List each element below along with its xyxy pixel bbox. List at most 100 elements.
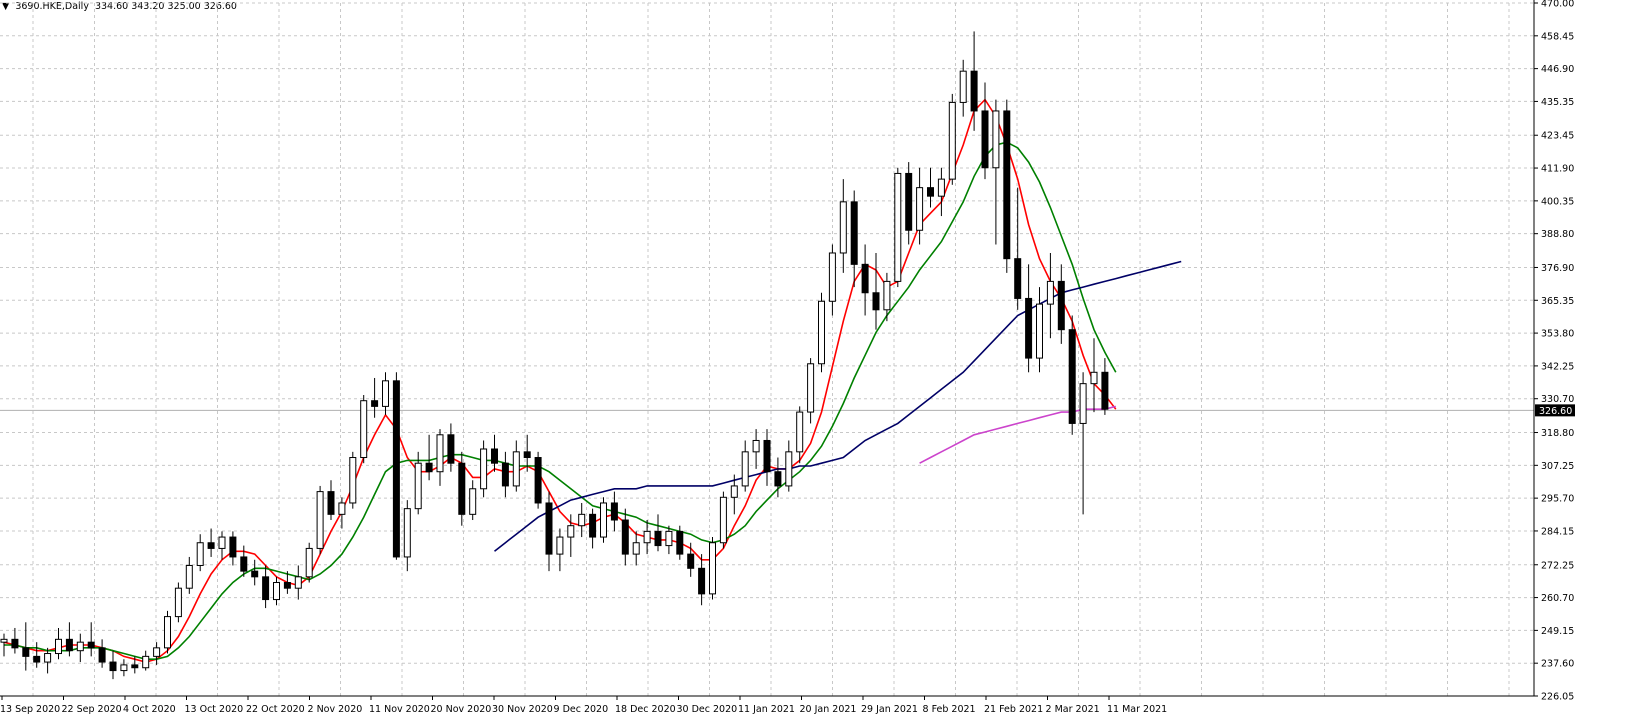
y-tick-label: 353.80 <box>1541 329 1574 340</box>
candle <box>425 434 433 481</box>
y-tick-label: 446.90 <box>1541 64 1574 75</box>
x-tick-label: 4 Oct 2020 <box>123 704 176 715</box>
candle-body <box>1025 297 1033 359</box>
x-tick-label: 22 Sep 2020 <box>62 704 122 715</box>
candle-body <box>207 542 215 549</box>
candle <box>643 520 651 555</box>
candle-body <box>567 525 575 538</box>
candle <box>251 559 259 586</box>
candle-body <box>534 457 542 504</box>
x-tick-label: 30 Nov 2020 <box>492 704 553 715</box>
candle <box>87 622 95 657</box>
candle-body <box>523 451 531 459</box>
price-chart[interactable]: 470.00 458.45 446.90 435.35 423.45 411.90 400.… <box>0 0 1634 725</box>
candle-body <box>556 536 564 555</box>
candle <box>632 531 640 566</box>
candle <box>556 528 564 572</box>
candle <box>414 451 422 515</box>
candle <box>338 497 346 529</box>
candle-body <box>621 519 629 555</box>
candle <box>654 514 662 552</box>
candle <box>839 179 847 273</box>
candle-body <box>709 542 716 595</box>
candle <box>927 167 934 208</box>
candle-body <box>501 462 509 487</box>
y-tick-label: 226.05 <box>1541 692 1574 703</box>
y-tick-label: 365.35 <box>1541 296 1574 307</box>
candle <box>937 167 945 217</box>
candle-body <box>153 647 161 657</box>
candle <box>305 542 313 583</box>
candle <box>545 491 553 572</box>
candle <box>294 565 302 600</box>
candle-body <box>687 553 695 569</box>
y-tick-label: 295.70 <box>1541 494 1574 505</box>
candle-body <box>763 439 771 473</box>
candle <box>850 190 858 288</box>
y-tick-label: 435.35 <box>1541 97 1574 108</box>
candle <box>905 162 913 245</box>
candle-body <box>959 70 967 103</box>
candle-body <box>327 491 335 515</box>
candle-body <box>349 457 357 504</box>
candle <box>948 93 956 185</box>
candle <box>916 167 924 245</box>
candle-body <box>229 536 237 558</box>
candle <box>992 99 1000 245</box>
candle-body <box>65 638 73 652</box>
candle-body <box>33 655 41 663</box>
x-tick-label: 13 Oct 2020 <box>185 704 244 715</box>
y-tick-label: 376.90 <box>1541 263 1574 274</box>
candle-body <box>44 653 52 663</box>
x-tick-label: 21 Feb 2021 <box>984 704 1043 715</box>
candle-body <box>458 462 466 515</box>
chart-grid <box>0 2 1534 697</box>
candle-body <box>0 638 8 643</box>
candle <box>1057 264 1065 344</box>
candle-body <box>654 530 662 547</box>
candle-body <box>992 110 1000 169</box>
candle-body <box>11 638 19 649</box>
x-tick-label: 29 Jan 2021 <box>861 704 918 715</box>
current-price-label: 326.60 <box>1539 406 1572 417</box>
candle-body <box>382 380 389 407</box>
candle <box>828 244 836 316</box>
candle-body <box>948 101 956 180</box>
candle <box>1003 99 1011 273</box>
candle <box>218 531 226 560</box>
x-tick-label: 18 Dec 2020 <box>615 704 676 715</box>
x-tick-label: 13 Sep 2020 <box>0 704 60 715</box>
candle-body <box>850 201 858 265</box>
candle-body <box>752 439 760 453</box>
candle-body <box>970 70 978 112</box>
candle <box>142 650 150 671</box>
candle-body <box>196 542 204 566</box>
x-tick-label: 11 Jan 2021 <box>738 704 795 715</box>
y-tick-label: 423.45 <box>1541 131 1574 142</box>
candle-body <box>981 110 989 169</box>
candle <box>403 500 411 572</box>
candle <box>665 525 673 555</box>
y-tick-label: 237.60 <box>1541 659 1574 670</box>
candle-body <box>131 664 139 669</box>
y-tick-label: 318.80 <box>1541 428 1574 439</box>
candle <box>1090 338 1098 413</box>
candle-body <box>1003 110 1011 260</box>
candle-body <box>698 567 706 595</box>
candle-body <box>338 502 346 515</box>
candle <box>360 395 368 464</box>
candle-body <box>392 380 400 558</box>
candle <box>207 528 215 557</box>
x-tick-label: 20 Nov 2020 <box>431 704 492 715</box>
candle-body <box>251 570 259 578</box>
candle-body <box>937 178 945 197</box>
candle-body <box>796 411 804 453</box>
candle-body <box>262 576 270 601</box>
candle <box>741 440 749 492</box>
candle <box>501 451 509 498</box>
candle <box>1014 187 1022 310</box>
x-tick-label: 9 Dec 2020 <box>554 704 609 715</box>
candle <box>458 451 466 526</box>
candle <box>861 244 869 316</box>
candle-body <box>273 582 280 601</box>
